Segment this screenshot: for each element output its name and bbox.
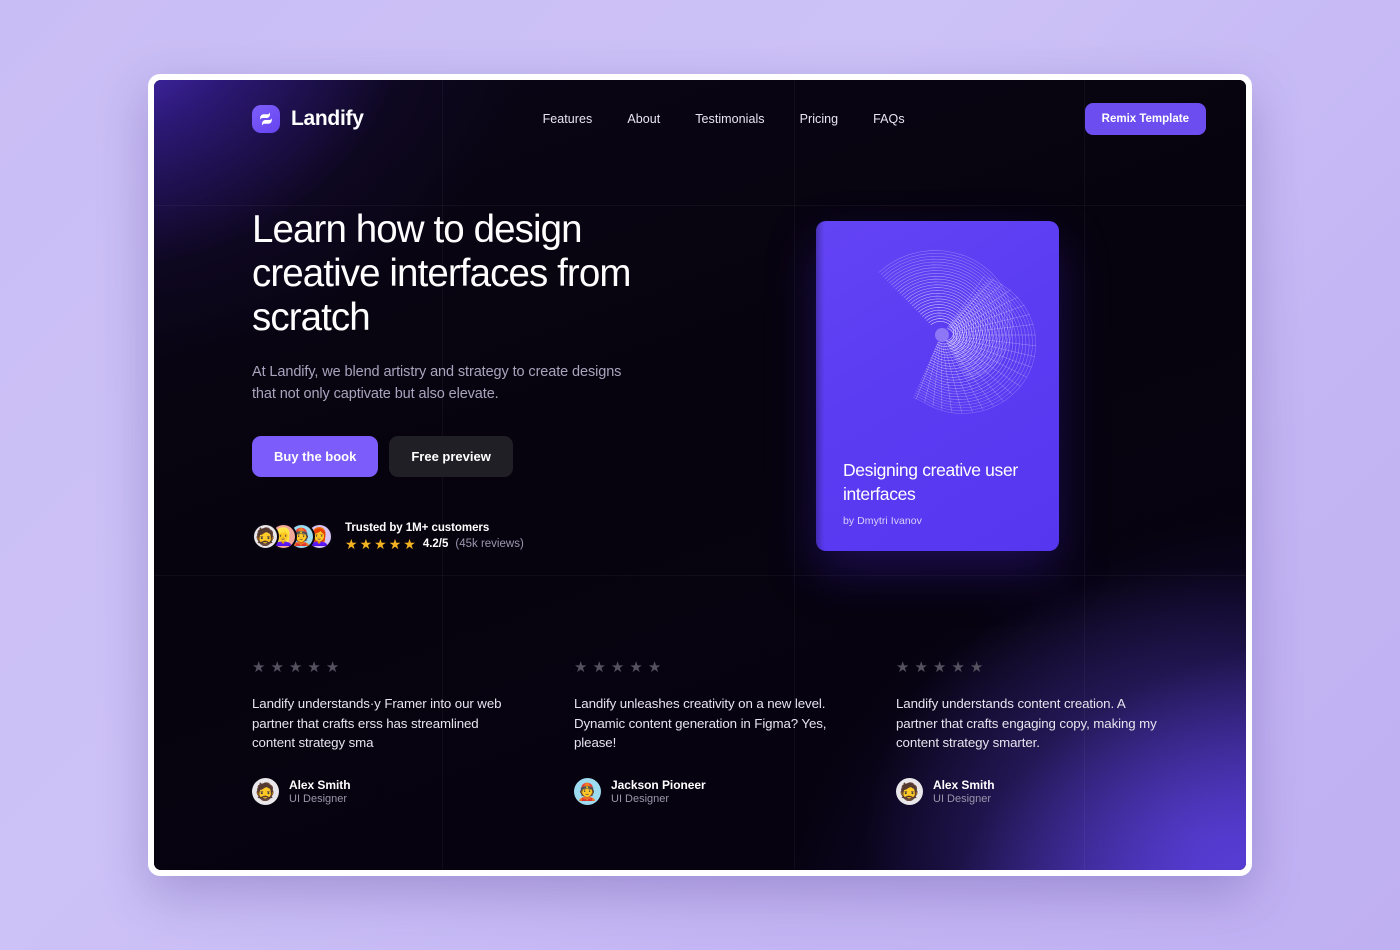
testimonial-author: 🧔 Alex Smith UI Designer [252,777,516,805]
testimonial-stars: ★ ★ ★ ★ ★ [252,660,516,675]
remix-template-button[interactable]: Remix Template [1084,103,1206,135]
hero-section: Learn how to design creative interfaces … [252,208,682,551]
star-icon: ★ [403,536,416,552]
trusted-by-label: Trusted by 1M+ customers [345,522,490,534]
testimonial-name: Jackson Pioneer [611,777,706,792]
star-icon: ★ [345,536,358,552]
star-icon: ★ [374,536,387,552]
testimonial-quote: Landify understands·y Framer into our we… [252,696,502,750]
testimonial-quote: Landify unleashes creativity on a new le… [574,696,827,750]
buy-the-book-button[interactable]: Buy the book [252,436,379,477]
free-preview-button[interactable]: Free preview [389,436,513,477]
rating-score: 4.2/5 [422,538,449,550]
book-text-block: Designing creative user interfaces by Dm… [843,458,1039,527]
nav-item-testimonials[interactable]: Testimonials [695,112,764,126]
star-icon: ★ [647,659,662,676]
avatar: 🧔 [896,777,923,805]
avatar: 🧔 [252,523,279,550]
star-icon: ★ [388,536,402,552]
book-cover-card[interactable]: Designing creative user interfaces by Dm… [816,221,1059,551]
brand-name: Landify [291,107,364,130]
book-spine [816,221,825,551]
browser-device-frame: Landify Features About Testimonials Pric… [148,74,1252,876]
rating-stars-icon: ★ ★ ★ ★ ★ [345,537,416,551]
avatar-face: 🧔 [254,782,277,802]
book-title: Designing creative user interfaces [843,460,1018,504]
star-icon: ★ [951,659,965,676]
avatar: 👲 [574,777,601,805]
testimonial-role: UI Designer [289,792,348,805]
nav-item-pricing[interactable]: Pricing [800,112,839,126]
testimonial-name: Alex Smith [289,777,351,792]
testimonials-section: ★ ★ ★ ★ ★ Landify understands·y Framer into o… [252,660,1160,805]
star-icon: ★ [592,659,606,676]
testimonial-stars: ★ ★ ★ ★ ★ [896,660,1160,675]
testimonial-card: ★ ★ ★ ★ ★ Landify understands·y Framer into o… [252,660,516,805]
star-icon: ★ [270,659,284,676]
star-icon: ★ [896,659,910,676]
site-header: Landify Features About Testimonials Pric… [154,80,1246,158]
hero-title: Learn how to design creative interfaces … [252,208,631,339]
star-icon: ★ [629,659,643,676]
star-icon: ★ [325,659,340,676]
testimonial-stars: ★ ★ ★ ★ ★ [574,660,838,675]
testimonial-meta: Jackson Pioneer UI Designer [611,778,706,805]
nav-item-faqs[interactable]: FAQs [873,112,904,126]
star-icon: ★ [288,659,303,676]
star-icon: ★ [574,659,588,676]
nav-item-about[interactable]: About [627,112,660,126]
star-icon: ★ [610,659,625,676]
star-icon: ★ [252,659,266,676]
brand-logo[interactable]: Landify [252,105,364,133]
rating-row: ★ ★ ★ ★ ★ 4.2/5 (45k reviews) [345,537,524,551]
customer-avatar-stack: 🧔 👱‍♀️ 👲 👩‍🦰 [252,523,333,550]
avatar-face: 👲 [576,782,599,802]
avatar: 🧔 [252,777,279,805]
avatar-face: 🧔 [254,527,277,547]
testimonial-role: UI Designer [611,792,670,805]
landify-logo-icon [252,105,280,133]
star-icon: ★ [914,659,928,676]
testimonial-author: 🧔 Alex Smith UI Designer [896,777,1160,805]
star-icon: ★ [359,536,373,552]
trust-text-column: Trusted by 1M+ customers ★ ★ ★ ★ ★ 4.2/5 (45… [345,522,524,551]
spiral-wireframe-art-icon [838,237,1043,427]
testimonial-card: ★ ★ ★ ★ ★ Landify unleashes creativity on a n… [574,660,838,805]
testimonial-name: Alex Smith [933,777,995,792]
testimonial-author: 👲 Jackson Pioneer UI Designer [574,777,838,805]
trust-indicator-row: 🧔 👱‍♀️ 👲 👩‍🦰 Trusted by 1M+ customers ★ ★ ★ ★ ★… [252,522,682,551]
star-icon: ★ [307,659,321,676]
book-author: by Dmytri Ivanov [843,515,922,527]
nav-item-features[interactable]: Features [543,112,593,126]
testimonial-role: UI Designer [933,792,992,805]
star-icon: ★ [932,659,947,676]
main-navigation: Features About Testimonials Pricing FAQs [543,112,905,126]
testimonial-card: ★ ★ ★ ★ ★ Landify understands content creatio… [896,660,1160,805]
avatar-face: 🧔 [898,782,921,802]
testimonial-meta: Alex Smith UI Designer [289,778,351,805]
hero-subtitle: At Landify, we blend artistry and strate… [252,364,622,402]
page-viewport: Landify Features About Testimonials Pric… [154,80,1246,870]
testimonial-meta: Alex Smith UI Designer [933,778,995,805]
hero-action-buttons: Buy the book Free preview [252,436,682,477]
testimonial-quote: Landify understands content creation. A … [896,696,1157,750]
rating-review-count: (45k reviews) [455,538,524,550]
star-icon: ★ [969,659,984,676]
